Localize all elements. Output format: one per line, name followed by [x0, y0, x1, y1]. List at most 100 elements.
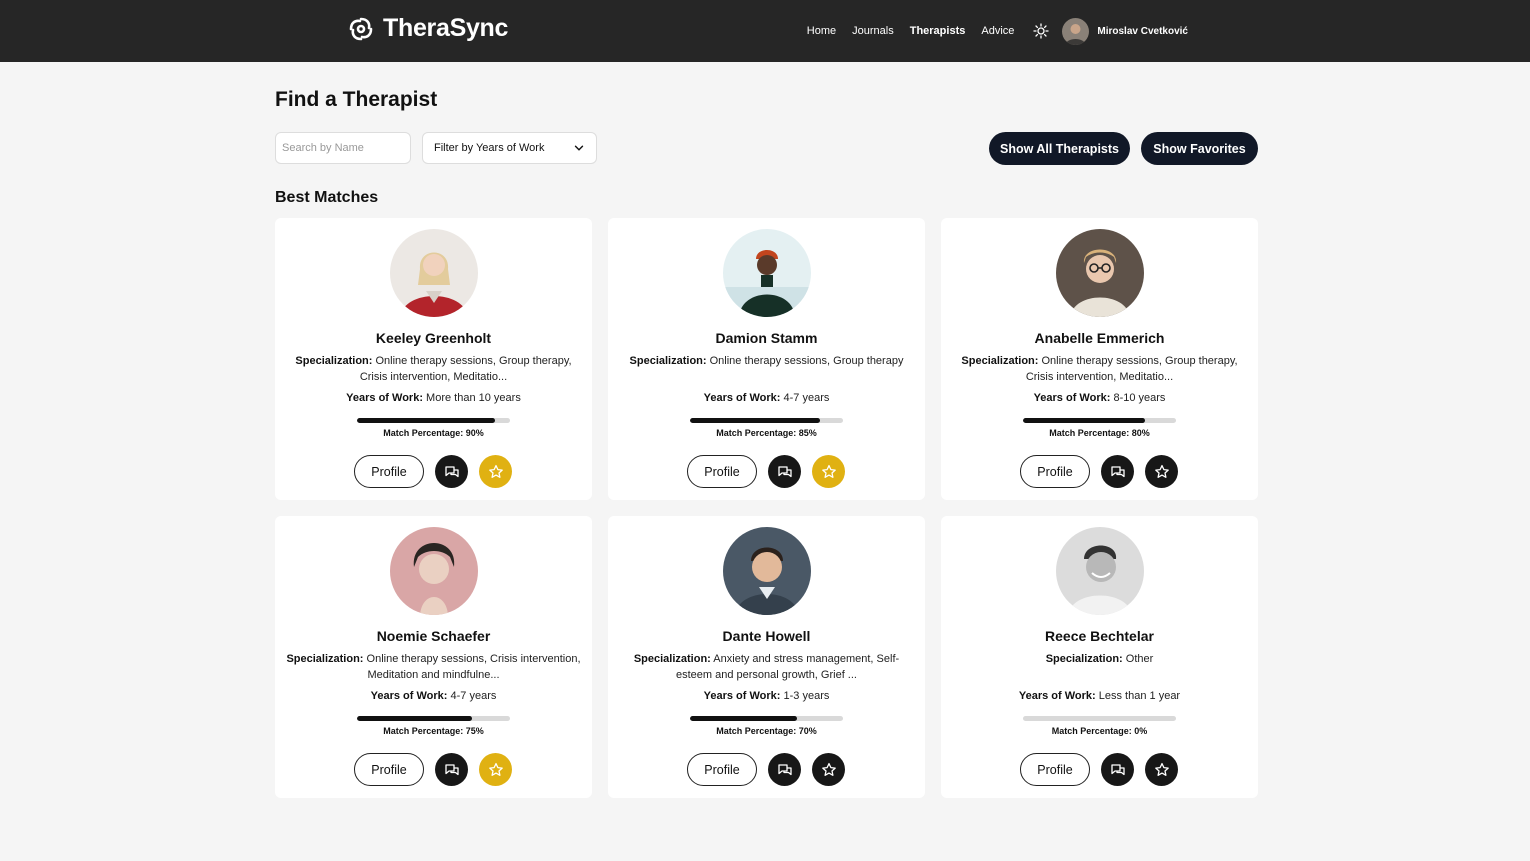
match-progress-bar	[357, 716, 510, 721]
match-progress-bar	[357, 418, 510, 423]
specialization-value: Online therapy sessions, Group therapy	[709, 355, 904, 367]
therapist-avatar	[723, 527, 811, 615]
years-label: Years of Work:	[1033, 392, 1111, 404]
therapist-avatar	[723, 229, 811, 317]
section-title: Best Matches	[275, 189, 379, 206]
profile-button[interactable]: Profile	[354, 753, 424, 786]
therapist-specialization: Specialization: Anxiety and stress manag…	[616, 651, 917, 683]
match-progress-bar	[1023, 418, 1176, 423]
match-progress-fill	[357, 418, 495, 423]
therapist-specialization: Specialization: Online therapy sessions,…	[949, 353, 1250, 385]
therapist-name: Damion Stamm	[715, 330, 818, 346]
match-percentage: Match Percentage: 85%	[608, 428, 925, 438]
match-progress-bar	[690, 418, 843, 423]
search-input[interactable]	[275, 132, 411, 164]
match-percentage: Match Percentage: 75%	[275, 726, 592, 736]
star-icon	[1154, 762, 1169, 776]
nav-home[interactable]: Home	[807, 25, 836, 37]
therapist-years: Years of Work: 4-7 years	[608, 392, 925, 404]
nav-journals[interactable]: Journals	[852, 25, 894, 37]
years-value: 1-3 years	[783, 690, 830, 702]
chat-button[interactable]	[768, 753, 801, 786]
specialization-value: Online therapy sessions, Group therapy, …	[1025, 355, 1238, 383]
specialization-label: Specialization:	[961, 355, 1039, 367]
show-favorites-button[interactable]: Show Favorites	[1141, 132, 1258, 165]
therapist-avatar	[390, 229, 478, 317]
profile-button[interactable]: Profile	[687, 753, 757, 786]
favorite-button[interactable]	[1145, 753, 1178, 786]
profile-button[interactable]: Profile	[1020, 753, 1090, 786]
chat-icon	[1110, 465, 1125, 477]
profile-button[interactable]: Profile	[687, 455, 757, 488]
therapist-name: Dante Howell	[722, 628, 811, 644]
years-label: Years of Work:	[346, 392, 423, 404]
chat-icon	[444, 465, 459, 477]
favorite-button[interactable]	[812, 753, 845, 786]
main-content: Find a Therapist Filter by Years of Work…	[275, 62, 1258, 798]
show-all-therapists-button[interactable]: Show All Therapists	[989, 132, 1130, 165]
chat-button[interactable]	[435, 753, 468, 786]
favorite-button[interactable]	[479, 455, 512, 488]
favorite-button[interactable]	[812, 455, 845, 488]
match-label: Match Percentage:	[1051, 726, 1132, 736]
nav-therapists[interactable]: Therapists	[910, 25, 966, 37]
profile-button[interactable]: Profile	[1020, 455, 1090, 488]
chat-button[interactable]	[1101, 455, 1134, 488]
years-value: More than 10 years	[426, 392, 521, 404]
therapist-card: Noemie Schaefer Specialization: Online t…	[275, 516, 592, 798]
card-actions: Profile	[1020, 753, 1189, 786]
nav-advice[interactable]: Advice	[981, 25, 1014, 37]
therapist-card: Keeley Greenholt Specialization: Online …	[275, 218, 592, 500]
chat-icon	[1110, 763, 1125, 775]
user-avatar[interactable]	[1062, 17, 1090, 45]
chevron-down-icon	[574, 145, 584, 151]
years-value: Less than 1 year	[1098, 690, 1181, 702]
profile-button[interactable]: Profile	[354, 455, 424, 488]
specialization-value: Online therapy sessions, Crisis interven…	[366, 653, 581, 681]
top-navbar: TheraSync Home Journals Therapists Advic…	[0, 0, 1530, 62]
match-percentage: Match Percentage: 70%	[608, 726, 925, 736]
years-value: 4-7 years	[450, 690, 497, 702]
specialization-label: Specialization:	[633, 653, 711, 665]
app-logo[interactable]: TheraSync	[347, 14, 508, 43]
match-percentage: Match Percentage: 80%	[941, 428, 1258, 438]
filter-label: Filter by Years of Work	[434, 142, 545, 154]
match-progress-bar	[690, 716, 843, 721]
star-icon	[821, 762, 836, 776]
card-actions: Profile	[354, 455, 523, 488]
therapist-specialization: Specialization: Other	[949, 651, 1250, 667]
therapist-specialization: Specialization: Online therapy sessions,…	[283, 651, 584, 683]
card-actions: Profile	[687, 753, 856, 786]
therapist-grid: Keeley Greenholt Specialization: Online …	[275, 218, 1258, 798]
match-progress-fill	[690, 418, 821, 423]
chat-button[interactable]	[435, 455, 468, 488]
favorite-button[interactable]	[1145, 455, 1178, 488]
main-nav: Home Journals Therapists Advice Miroslav…	[807, 0, 1188, 62]
sun-icon[interactable]	[1033, 23, 1050, 39]
star-icon	[488, 464, 503, 478]
therapist-name: Noemie Schaefer	[376, 628, 491, 644]
chat-button[interactable]	[768, 455, 801, 488]
app-name: TheraSync	[383, 14, 509, 42]
chat-icon	[777, 763, 792, 775]
chat-button[interactable]	[1101, 753, 1134, 786]
user-name[interactable]: Miroslav Cvetković	[1097, 26, 1188, 37]
card-actions: Profile	[354, 753, 523, 786]
years-label: Years of Work:	[703, 392, 781, 404]
match-value: 0%	[1134, 726, 1148, 736]
star-icon	[1154, 464, 1169, 478]
match-progress-fill	[690, 716, 798, 721]
therapist-avatar	[1056, 527, 1144, 615]
favorite-button[interactable]	[479, 753, 512, 786]
match-progress-fill	[1023, 418, 1146, 423]
therapist-years: Years of Work: 4-7 years	[275, 690, 592, 702]
filter-toolbar: Filter by Years of Work Show All Therapi…	[275, 132, 1258, 165]
specialization-value: Other	[1125, 653, 1154, 665]
match-progress-bar	[1023, 716, 1176, 721]
match-label: Match Percentage:	[383, 726, 464, 736]
match-value: 90%	[465, 428, 484, 438]
match-value: 70%	[798, 726, 817, 736]
years-filter-select[interactable]: Filter by Years of Work	[422, 132, 597, 164]
specialization-label: Specialization:	[286, 653, 364, 665]
match-label: Match Percentage:	[383, 428, 464, 438]
